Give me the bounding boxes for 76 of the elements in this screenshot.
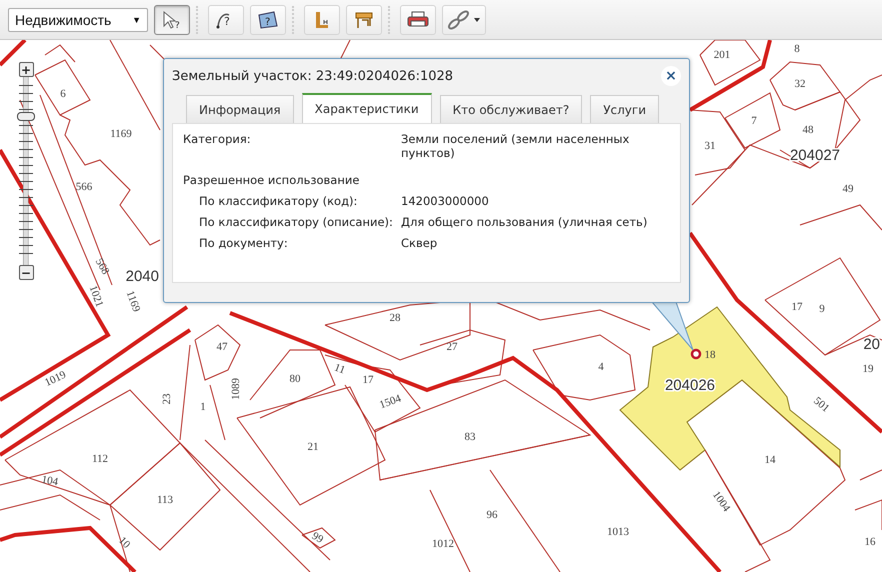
parcel-number: 19 bbox=[862, 363, 874, 375]
parcel-number: 9 bbox=[819, 303, 825, 315]
parcel-number: 1 bbox=[200, 401, 206, 413]
section-heading: Разрешенное использование bbox=[183, 173, 360, 187]
parcel-number: 14 bbox=[764, 454, 776, 466]
field-value: Сквер bbox=[401, 236, 438, 250]
field-label: Категория: bbox=[183, 132, 252, 148]
field-value: Для общего пользования (уличная сеть) bbox=[401, 215, 648, 229]
parcel-number: 501 bbox=[811, 394, 832, 415]
block-number: 20 bbox=[863, 336, 880, 353]
parcel-number: 11 bbox=[332, 362, 347, 376]
parcel-number: 566 bbox=[76, 181, 92, 193]
parcel-number: 17 bbox=[792, 301, 802, 313]
parcel-number: 18 bbox=[704, 349, 716, 361]
parcel-number: 32 bbox=[794, 78, 806, 90]
parcel-number: 23 bbox=[161, 394, 173, 404]
table-icon bbox=[353, 10, 375, 30]
chain-link-icon bbox=[447, 10, 481, 30]
tab[interactable]: Услуги bbox=[590, 95, 660, 123]
parcel-number: 1169 bbox=[124, 289, 142, 314]
parcel-number: 6 bbox=[60, 88, 66, 100]
field-label: По документу: bbox=[198, 236, 289, 250]
block-number: 2040 bbox=[126, 268, 159, 285]
toolbar-button[interactable]: ? bbox=[208, 4, 244, 34]
parcel-number: 112 bbox=[92, 453, 108, 465]
area-question-icon: ? bbox=[257, 10, 279, 30]
zoom-in-button[interactable]: + bbox=[18, 62, 34, 77]
parcel-number: 1021 bbox=[86, 284, 106, 309]
printer-icon bbox=[406, 10, 430, 30]
parcel-number: 31 bbox=[704, 140, 716, 152]
parcel-number: 4 bbox=[598, 361, 604, 373]
parcel-number: 8 bbox=[794, 43, 800, 55]
close-button[interactable]: × bbox=[661, 66, 681, 86]
parcel-number: 21 bbox=[308, 441, 318, 453]
zoom-out-button[interactable]: − bbox=[18, 265, 34, 280]
block-number: 204026 bbox=[664, 377, 716, 394]
field-value: Земли поселений (земли населенных пунктов) bbox=[401, 132, 630, 160]
field-label: По классификатору (код): bbox=[198, 194, 358, 208]
parcel-number: 48 bbox=[802, 124, 814, 136]
parcel-number: 83 bbox=[464, 431, 476, 443]
toolbar-button[interactable] bbox=[346, 4, 382, 34]
tab[interactable]: Характеристики bbox=[302, 93, 432, 123]
parcel-number: 1012 bbox=[432, 538, 454, 550]
toolbar-button[interactable]: ? bbox=[250, 4, 286, 34]
field-value: 142003000000 bbox=[401, 194, 490, 208]
toolbar-button[interactable] bbox=[442, 4, 486, 34]
toolbar-button[interactable]: ? bbox=[154, 4, 190, 34]
layer-dropdown[interactable]: Недвижимость ▼ bbox=[8, 8, 148, 32]
parcel-number: 17 bbox=[362, 374, 374, 386]
parcel-number: 113 bbox=[156, 494, 174, 506]
field-label: По классификатору (описание): bbox=[198, 215, 394, 229]
parcel-number: 1089 bbox=[230, 378, 242, 400]
parcel-number: 47 bbox=[216, 341, 228, 353]
parcel-number: 1019 bbox=[42, 368, 68, 389]
parcel-number: 568 bbox=[92, 256, 112, 277]
parcel-number: 16 bbox=[864, 536, 876, 548]
zoom-slider-thumb[interactable] bbox=[17, 112, 35, 121]
parcel-number: 201 bbox=[714, 49, 730, 61]
parcel-number: 80 bbox=[290, 373, 300, 385]
parcel-number: 104 bbox=[40, 474, 59, 488]
parcel-number: 1169 bbox=[110, 128, 132, 140]
parcel-number: 49 bbox=[842, 183, 854, 195]
parcel-number: 99 bbox=[310, 530, 326, 546]
toolbar-button[interactable] bbox=[400, 4, 436, 34]
parcel-number: 96 bbox=[486, 509, 498, 521]
popup-title: Земельный участок: 23:49:0204026:1028 bbox=[172, 68, 454, 84]
parcel-number: 28 bbox=[390, 312, 400, 324]
caret-icon: ▼ bbox=[132, 14, 141, 24]
tab[interactable]: Кто обслуживает? bbox=[440, 95, 582, 123]
parcel-number: 7 bbox=[751, 115, 757, 127]
parcel-number: 1504 bbox=[378, 392, 403, 412]
tab[interactable]: Информация bbox=[186, 95, 294, 123]
location-marker[interactable] bbox=[690, 348, 702, 360]
parcel-number: 1013 bbox=[607, 526, 629, 538]
parcel-number: 10 bbox=[116, 534, 132, 551]
parcel-number: 27 bbox=[446, 341, 458, 353]
